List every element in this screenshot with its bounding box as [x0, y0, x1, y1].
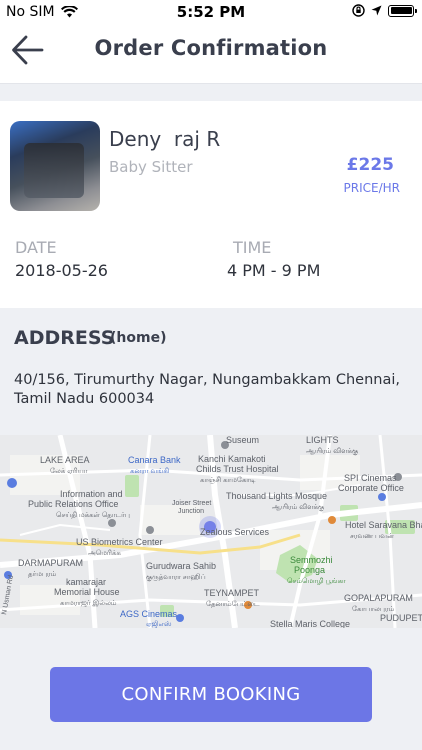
- map-label: Memorial House: [54, 587, 120, 597]
- address-title: ADDRESS: [14, 327, 115, 349]
- map-label: Stella Maris College: [270, 619, 350, 628]
- map-label: PUDUPET: [380, 613, 422, 623]
- sitter-avatar: [10, 121, 100, 211]
- map-label: காமராஜர் இல்லம்: [60, 599, 117, 608]
- map-label: Suseum: [226, 435, 259, 445]
- map-label: சரவண பவன்: [350, 533, 394, 540]
- map-label: GOPALAPURAM: [344, 593, 413, 603]
- map-label: Information and: [60, 489, 123, 499]
- price-value: £225: [346, 155, 394, 175]
- map-label: Semmozhi: [290, 555, 333, 565]
- map-label: காஞ்சி காமகோடி: [200, 477, 256, 484]
- page-title: Order Confirmation: [94, 36, 328, 60]
- sitter-name: Deny raj R: [109, 127, 221, 151]
- map-label: Zealous Services: [200, 527, 270, 537]
- map-label: kamarajar: [66, 577, 106, 587]
- avatar-photo-shape: [24, 143, 84, 198]
- map-label: தர்மபுரம்: [28, 571, 57, 578]
- map-label: LIGHTS: [306, 435, 339, 445]
- map-label: LAKE AREA: [40, 455, 90, 465]
- map-label: கனரா வங்கி: [130, 468, 169, 475]
- address-map[interactable]: LAKE AREA லேக் ஏரியா Canara Bank கனரா வங…: [0, 435, 422, 628]
- map-label: Joiser Street: [172, 500, 211, 507]
- address-text: 40/156, Tirumurthy Nagar, Nungambakkam C…: [14, 372, 400, 407]
- address-tag: (home): [110, 330, 167, 346]
- map-label: அமெரிக்க: [88, 549, 121, 557]
- date-label: DATE: [15, 238, 57, 257]
- map-label: TEYNAMPET: [204, 588, 260, 598]
- map-label: AGS Cinemas: [120, 609, 178, 619]
- map-label: செம்மொழி பூங்கா: [287, 577, 346, 585]
- map-label: செய்தி மக்கள் தொடர்பு: [56, 511, 130, 519]
- map-label: Poonga: [294, 565, 325, 575]
- app-header: Order Confirmation: [0, 24, 422, 84]
- rotation-lock-icon: [352, 4, 365, 17]
- date-value: 2018-05-26: [15, 261, 108, 280]
- status-bar: No SIM 5:52 PM: [0, 0, 422, 24]
- map-label: Thousand Lights Mosque: [226, 491, 327, 501]
- time-value: 4 PM - 9 PM: [227, 261, 321, 280]
- map-label: Childs Trust Hospital: [196, 464, 279, 474]
- map-label: Public Relations Office: [28, 499, 118, 509]
- map-label: Hotel Saravana Bha: [345, 520, 422, 530]
- time-label: TIME: [233, 238, 272, 257]
- map-label: ஏஜிஎஸ்: [146, 620, 172, 628]
- battery-icon: [388, 4, 417, 17]
- location-arrow-icon: [371, 5, 382, 16]
- price-unit: PRICE/HR: [343, 181, 400, 195]
- map-canvas: LAKE AREA லேக் ஏரியா Canara Bank கனரா வங…: [0, 435, 422, 628]
- map-label: Gurudwara Sahib: [146, 561, 216, 571]
- map-label: DARMAPURAM: [18, 558, 83, 568]
- map-label: கோபாலபுரம்: [352, 606, 395, 613]
- map-label: Canara Bank: [128, 455, 181, 465]
- map-label: Corporate Office: [338, 483, 404, 493]
- map-label: Kanchi Kamakoti: [198, 454, 266, 464]
- map-label: லேக் ஏரியா: [50, 468, 88, 475]
- sitter-role: Baby Sitter: [109, 158, 193, 176]
- confirm-booking-button[interactable]: CONFIRM BOOKING: [50, 667, 372, 722]
- status-right: [352, 4, 417, 17]
- map-label: தேனாம்பேட்டை: [206, 601, 260, 608]
- map-label: Junction: [178, 508, 204, 515]
- sitter-card: Deny raj R Baby Sitter £225 PRICE/HR DAT…: [0, 101, 422, 308]
- map-label: SPI Cinemas: [344, 473, 397, 483]
- map-label: US Biometrics Center: [76, 537, 163, 547]
